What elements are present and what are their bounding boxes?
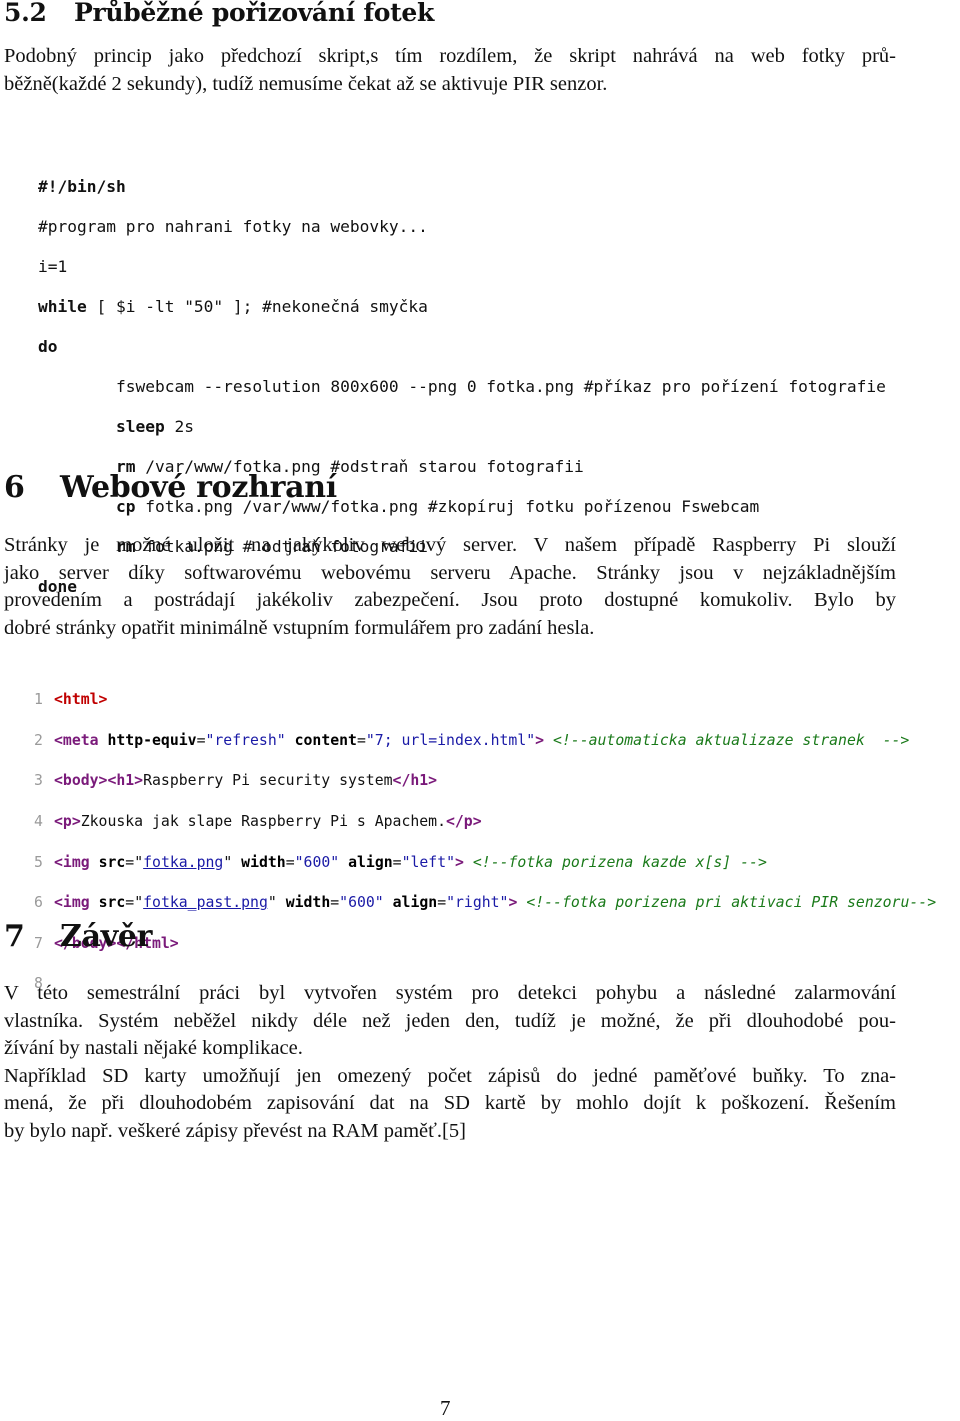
code-comment: <!--fotka porizena kazde x[s] --> xyxy=(472,853,767,871)
code-tag: </h1> xyxy=(392,772,438,790)
code-tag: > xyxy=(508,894,518,912)
code-line: do xyxy=(38,337,886,357)
paragraph-line: žívání by nastali nějaké komplikace. xyxy=(4,1037,303,1060)
code-text: [ $i -lt "50" ]; #nekonečná smyčka xyxy=(86,297,428,316)
paragraph-line: Stránky je možné uložit na jakýkoliv web… xyxy=(4,534,896,556)
code-text: Zkouska jak slape Raspberry Pi s Apachem… xyxy=(80,813,446,831)
code-keyword: while xyxy=(38,297,87,316)
code-punct: " xyxy=(134,894,144,912)
paragraph-line: provedením a postrádají jakékoliv zabezp… xyxy=(4,589,896,612)
line-number: 2 xyxy=(34,731,43,749)
code-line: while [ $i -lt "50" ]; #nekonečná smyčka xyxy=(38,297,886,317)
paragraph-line: V této semestrální práci byl vytvořen sy… xyxy=(4,982,896,1004)
paragraph-6: Stránky je možné uložit na jakýkoliv web… xyxy=(4,532,896,642)
section-title: Závěr xyxy=(60,919,153,954)
code-tag: <html> xyxy=(54,691,108,709)
page-number: 7 xyxy=(440,1396,451,1420)
code-string: "7; url=index.html" xyxy=(365,731,536,749)
line-number: 4 xyxy=(34,813,43,831)
paragraph-line: mená, že při dlouhodobém zapisování dat … xyxy=(4,1092,896,1115)
line-number: 3 xyxy=(34,772,43,790)
code-string: "left" xyxy=(401,853,456,871)
code-link[interactable]: fotka_past.png xyxy=(143,894,268,911)
paragraph-line: Například SD karty umožňují jen omezený … xyxy=(4,1064,896,1087)
paragraph-line: vlastníka. Systém neběžel nikdy déle než… xyxy=(4,1009,896,1032)
paragraph-line: dobré stránky opatřit minimálně vstupním… xyxy=(4,616,595,639)
section-heading-6: 6 Webové rozhraní xyxy=(4,470,337,505)
code-tag: <meta xyxy=(54,731,99,749)
code-line: #!/bin/sh xyxy=(38,177,886,197)
code-text: #program pro nahrani fotky na webovky... xyxy=(38,217,428,236)
line-number: 5 xyxy=(34,853,43,871)
code-line: 4 <p>Zkouska jak slape Raspberry Pi s Apa… xyxy=(34,812,936,832)
code-keyword: sleep xyxy=(115,417,165,436)
section-heading-5-2: 5.2 Průběžné pořizování fotek xyxy=(4,0,434,27)
section-number: 5.2 xyxy=(4,0,47,27)
code-text: i=1 xyxy=(38,257,68,276)
section-number: 6 xyxy=(4,470,25,505)
code-tag: <body> xyxy=(54,772,108,790)
code-attr: align xyxy=(392,894,438,912)
code-string: "600" xyxy=(294,853,340,871)
paragraph-line: by bylo např. veškeré zápisy převést na … xyxy=(4,1119,466,1142)
section-title: Webové rozhraní xyxy=(60,470,337,505)
paragraph-line: jako server díky softwarovému webovému s… xyxy=(4,561,896,584)
code-tag: <p> xyxy=(54,813,81,831)
code-string: "600" xyxy=(339,894,384,912)
code-tag: <img xyxy=(54,853,90,871)
code-text: 2s xyxy=(164,417,194,436)
code-punct: " xyxy=(267,894,277,912)
code-line: 5 <img src="fotka.png" width="600" align=… xyxy=(34,853,936,873)
code-punct: = xyxy=(356,731,366,749)
code-attr: content xyxy=(294,731,357,749)
code-tag: </p> xyxy=(445,813,482,831)
section-heading-7: 7 Závěr xyxy=(4,919,152,954)
code-punct: " xyxy=(134,853,144,871)
code-attr: width xyxy=(241,853,286,871)
code-line: #program pro nahrani fotky na webovky... xyxy=(38,217,886,237)
code-attr: src xyxy=(98,894,126,912)
line-number: 6 xyxy=(34,894,43,912)
code-comment: <!--automaticka aktualizaze stranek --> xyxy=(552,731,910,749)
paragraph-line: Podobný princip jako předchozí skript,s … xyxy=(4,45,896,67)
line-number: 1 xyxy=(34,691,43,709)
code-link[interactable]: fotka.png xyxy=(143,854,223,871)
code-attr: width xyxy=(285,894,331,912)
code-line: 3 <body><h1>Raspberry Pi security system<… xyxy=(34,771,936,791)
section-number: 7 xyxy=(4,919,25,954)
html-code-listing: 1 <html> 2 <meta http-equiv = "refresh" cont… xyxy=(34,670,936,1015)
code-line: 2 <meta http-equiv="refresh" content="7; … xyxy=(34,731,936,751)
code-tag: <img xyxy=(54,894,90,912)
code-line: 1 <html> xyxy=(34,690,936,710)
code-line: sleep 2s xyxy=(38,417,886,437)
paragraph-5-2: Podobný princip jako předchozí skript,s … xyxy=(4,43,896,98)
code-line: fswebcam --resolution 800x600 --png 0 fo… xyxy=(38,377,886,397)
code-text: Raspberry Pi security system xyxy=(143,772,393,790)
code-string: "right" xyxy=(446,894,509,912)
code-line: 7 </body></html> xyxy=(34,934,936,954)
code-attr: src xyxy=(98,853,126,871)
code-attr: http-equiv xyxy=(107,731,197,749)
code-string: "refresh" xyxy=(205,731,286,749)
code-line: 6 <img src="fotka_past.png" width="600" a… xyxy=(34,893,936,913)
code-line: i=1 xyxy=(38,257,886,277)
code-tag: > xyxy=(535,731,545,749)
code-attr: align xyxy=(348,853,393,871)
code-keyword: #!/bin/sh xyxy=(38,177,126,196)
section-title: Průběžné pořizování fotek xyxy=(74,0,435,27)
code-comment: <!--fotka porizena pri aktivaci PIR senz… xyxy=(526,894,937,912)
paragraph-line: běžně(každé 2 sekundy), tudíž nemusíme č… xyxy=(4,72,608,95)
code-punct: " xyxy=(223,853,233,871)
code-keyword: do xyxy=(38,337,58,356)
code-tag: <h1> xyxy=(107,772,144,790)
code-tag: > xyxy=(455,853,464,871)
code-text: fswebcam --resolution 800x600 --png 0 fo… xyxy=(115,377,886,396)
paragraph-7: V této semestrální práci byl vytvořen sy… xyxy=(4,980,896,1146)
